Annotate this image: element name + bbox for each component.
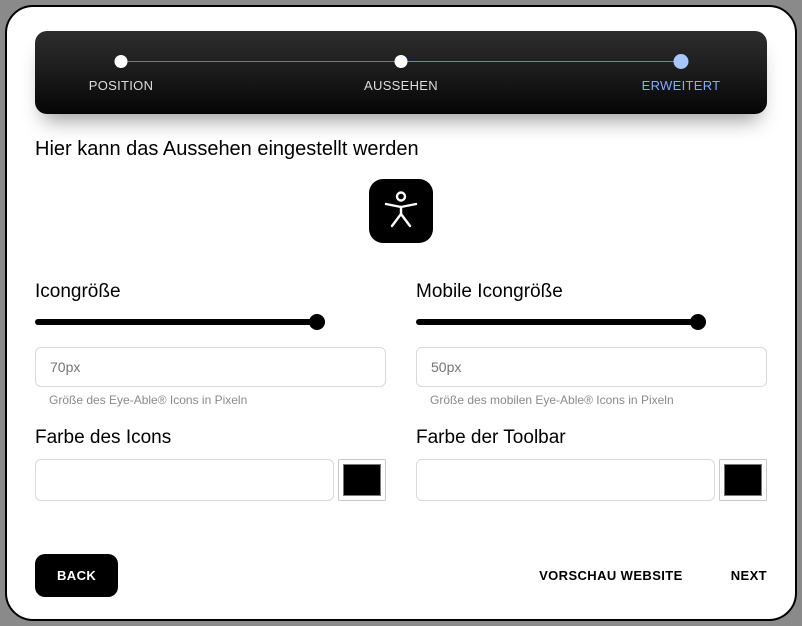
next-button[interactable]: NEXT — [731, 568, 767, 583]
fields-grid: Icongröße Größe des Eye-Able® Icons in P… — [35, 281, 767, 501]
back-button[interactable]: BACK — [35, 554, 118, 597]
slider-icon-size[interactable] — [35, 319, 325, 325]
label-toolbar-color: Farbe der Toolbar — [416, 427, 767, 449]
stepper-dot-aussehen[interactable] — [395, 55, 408, 68]
stepper-track — [121, 56, 681, 68]
settings-dialog: POSITION AUSSEHEN ERWEITERT Hier kann da… — [5, 5, 797, 621]
icon-preview-wrap — [35, 179, 767, 243]
label-icon-color: Farbe des Icons — [35, 427, 386, 449]
hint-icon-size: Größe des Eye-Able® Icons in Pixeln — [35, 393, 386, 407]
stepper-dot-position[interactable] — [115, 55, 128, 68]
field-mobile-icon-size: Mobile Icongröße Größe des mobilen Eye-A… — [416, 281, 767, 407]
section-heading: Hier kann das Aussehen eingestellt werde… — [35, 138, 767, 161]
input-mobile-icon-size[interactable] — [416, 347, 767, 387]
stepper: POSITION AUSSEHEN ERWEITERT — [35, 31, 767, 114]
accessibility-icon — [380, 188, 422, 235]
input-toolbar-color[interactable] — [416, 459, 715, 501]
stepper-dot-erweitert[interactable] — [674, 54, 689, 69]
color-row-toolbar — [416, 459, 767, 501]
label-mobile-icon-size: Mobile Icongröße — [416, 281, 767, 303]
color-row-icon — [35, 459, 386, 501]
field-toolbar-color: Farbe der Toolbar — [416, 427, 767, 501]
slider-mobile-icon-size[interactable] — [416, 319, 706, 325]
stepper-label-erweitert[interactable]: ERWEITERT — [642, 78, 721, 93]
field-icon-size: Icongröße Größe des Eye-Able® Icons in P… — [35, 281, 386, 407]
swatch-icon-color-inner — [343, 464, 381, 496]
label-icon-size: Icongröße — [35, 281, 386, 303]
footer-right: VORSCHAU WEBSITE NEXT — [539, 568, 767, 583]
preview-website-button[interactable]: VORSCHAU WEBSITE — [539, 568, 683, 583]
hint-mobile-icon-size: Größe des mobilen Eye-Able® Icons in Pix… — [416, 393, 767, 407]
dialog-footer: BACK VORSCHAU WEBSITE NEXT — [35, 554, 767, 597]
stepper-label-position[interactable]: POSITION — [89, 78, 154, 93]
swatch-icon-color[interactable] — [338, 459, 386, 501]
stepper-label-aussehen[interactable]: AUSSEHEN — [364, 78, 438, 93]
field-icon-color: Farbe des Icons — [35, 427, 386, 501]
input-icon-color[interactable] — [35, 459, 334, 501]
input-icon-size[interactable] — [35, 347, 386, 387]
icon-preview — [369, 179, 433, 243]
stepper-labels: POSITION AUSSEHEN ERWEITERT — [121, 78, 681, 96]
swatch-toolbar-color-inner — [724, 464, 762, 496]
swatch-toolbar-color[interactable] — [719, 459, 767, 501]
stepper-line-active — [401, 61, 681, 62]
